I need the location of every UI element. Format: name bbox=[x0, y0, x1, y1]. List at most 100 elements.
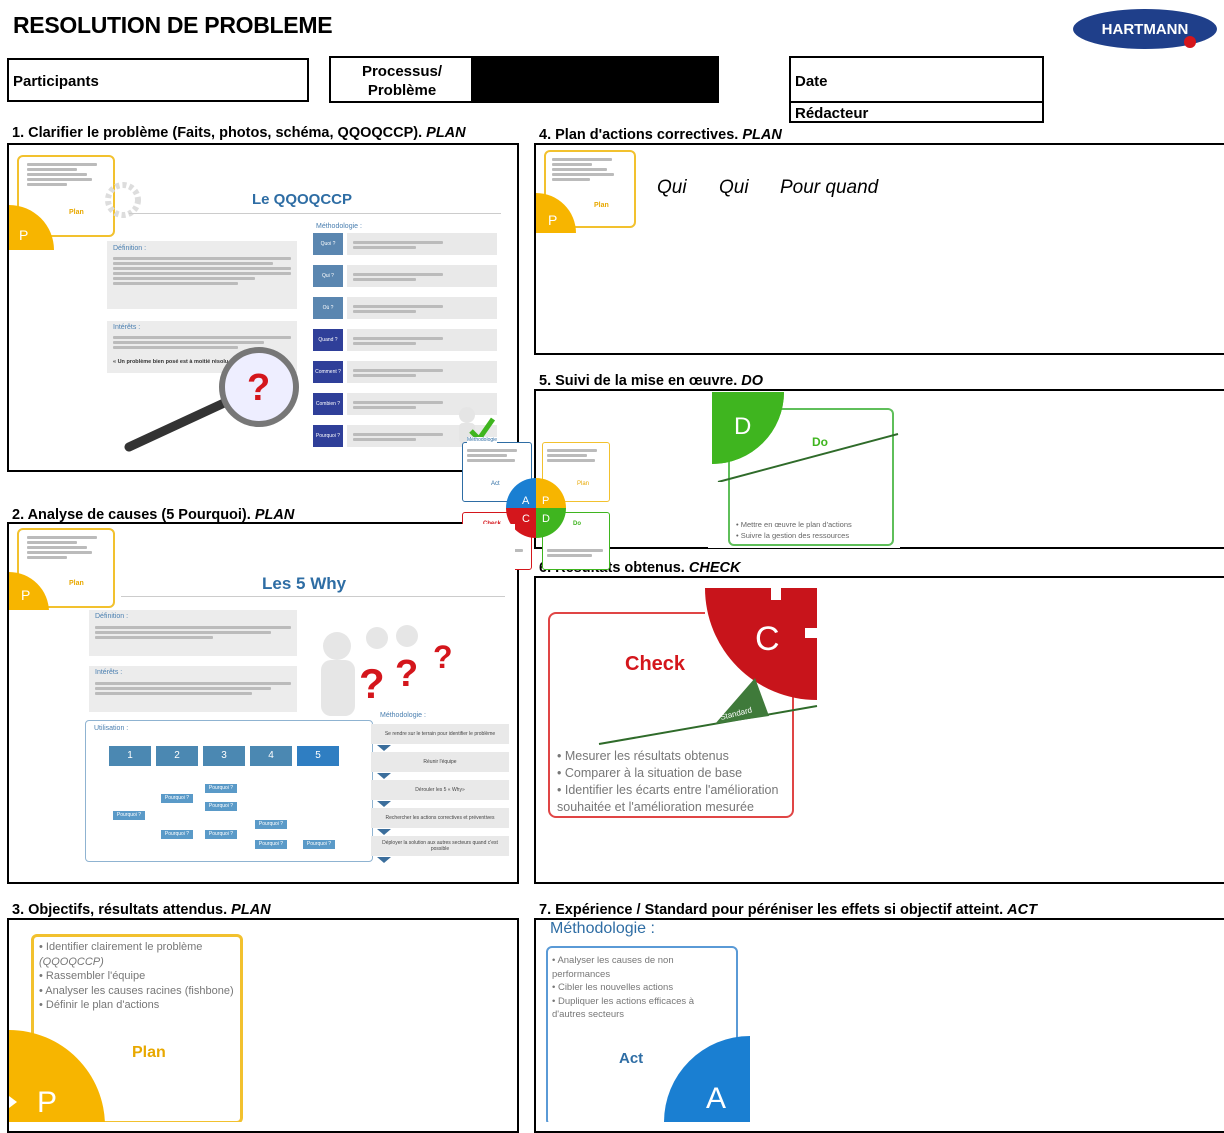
why5-arrow-icon bbox=[377, 829, 391, 835]
plan-quarter-icon-2: P bbox=[536, 193, 576, 233]
qqoqccp-slide: Plan P Le QQOQCCP Définition : Intérêts … bbox=[9, 145, 515, 470]
svg-text:D: D bbox=[734, 413, 751, 440]
why5-number: 4 bbox=[250, 746, 292, 766]
people-question-icon: ? ? ? bbox=[321, 625, 453, 716]
section-5-title: 5. Suivi de la mise en œuvre. DO bbox=[539, 373, 764, 389]
plan-col-qui-2: Qui bbox=[719, 177, 749, 198]
svg-text:?: ? bbox=[433, 639, 453, 675]
processus-label: Processus/ Problème bbox=[361, 63, 443, 99]
why5-pourquoi-node: Pourquoi ? bbox=[161, 794, 193, 803]
logo-text: HARTMANN bbox=[1102, 21, 1189, 38]
svg-text:A: A bbox=[522, 495, 530, 507]
svg-text:P: P bbox=[21, 587, 30, 603]
svg-text:P: P bbox=[548, 212, 557, 228]
svg-text:A: A bbox=[706, 1082, 726, 1115]
plan-quarter-icon-3: P bbox=[9, 572, 49, 610]
act-items: • Analyser les causes de non performance… bbox=[552, 955, 695, 1020]
why5-number: 3 bbox=[203, 746, 245, 766]
date-field[interactable]: Date bbox=[789, 56, 1044, 103]
svg-text:P: P bbox=[37, 1086, 57, 1119]
why5-title: Les 5 Why bbox=[262, 574, 347, 593]
plan-mini-label: Plan bbox=[69, 209, 84, 216]
svg-text:?: ? bbox=[359, 660, 385, 707]
qqoqccp-step: Pourquoi ? bbox=[313, 425, 343, 447]
why5-definition-panel: Définition : bbox=[89, 610, 297, 656]
definition-panel: Définition : bbox=[107, 241, 297, 309]
why5-method-step: Se rendre sur le terrain pour identifier… bbox=[371, 724, 509, 744]
section-4-title: 4. Plan d'actions correctives. PLAN bbox=[539, 127, 782, 143]
check-slide: C Check Standard • Mesurer les résultats… bbox=[545, 588, 819, 824]
section-2-title: 2. Analyse de causes (5 Pourquoi). PLAN bbox=[12, 507, 295, 523]
act-label: Act bbox=[619, 1050, 644, 1067]
why5-pourquoi-node: Pourquoi ? bbox=[255, 840, 287, 849]
svg-text:Do: Do bbox=[812, 435, 828, 449]
qqoqccp-step: Où ? bbox=[313, 297, 343, 319]
processus-redacted bbox=[471, 56, 719, 103]
do-quarter-icon: D Do bbox=[712, 392, 899, 482]
act-slide: Méthodologie : • Analyser les causes de … bbox=[540, 920, 750, 1122]
plan-quarter-icon: P bbox=[9, 205, 54, 250]
qqoqccp-step: Quoi ? bbox=[313, 233, 343, 255]
why5-method-step: Réunir l'équipe bbox=[371, 752, 509, 772]
gear-icon bbox=[105, 182, 141, 218]
why5-arrow-icon bbox=[377, 773, 391, 779]
why5-pourquoi-node: Pourquoi ? bbox=[205, 784, 237, 793]
why5-arrow-icon bbox=[377, 801, 391, 807]
why5-pourquoi-node: Pourquoi ? bbox=[161, 830, 193, 839]
svg-text:Check: Check bbox=[625, 653, 686, 675]
qqoqccp-methodologie: Méthodologie : bbox=[316, 223, 362, 230]
section-7-title: 7. Expérience / Standard pour péréniser … bbox=[539, 902, 1037, 918]
why5-method-step: Dérouler les 5 « Why» bbox=[371, 780, 509, 800]
participants-field[interactable]: Participants bbox=[7, 58, 309, 102]
check-items: • Mesurer les résultats obtenus • Compar… bbox=[557, 749, 779, 814]
why5-number: 2 bbox=[156, 746, 198, 766]
participants-label: Participants bbox=[13, 73, 99, 90]
qqoqccp-title: Le QQOQCCP bbox=[252, 191, 353, 208]
page-title: RESOLUTION DE PROBLEME bbox=[13, 12, 333, 38]
svg-text:C: C bbox=[522, 513, 530, 525]
check-quarter-icon: C Check Standard bbox=[598, 588, 819, 745]
qqoqccp-step: Qui ? bbox=[313, 265, 343, 287]
why5-pourquoi-node: Pourquoi ? bbox=[205, 802, 237, 811]
why5-methodologie: Méthodologie : bbox=[380, 712, 426, 719]
why5-interets-panel: Intérêts : bbox=[89, 666, 297, 712]
svg-text:P: P bbox=[19, 227, 28, 243]
why5-pourquoi-node: Pourquoi ? bbox=[303, 840, 335, 849]
act-methodologie: Méthodologie : bbox=[550, 920, 655, 937]
why5-method-step: Déployer la solution aux autres secteurs… bbox=[371, 836, 509, 856]
hartmann-logo: HARTMANN bbox=[1072, 8, 1218, 50]
processus-field[interactable]: Processus/ Problème bbox=[329, 56, 719, 103]
why5-pourquoi-node: Pourquoi ? bbox=[113, 811, 145, 820]
do-slide: D Do • Mettre en œuvre le plan d'actions… bbox=[708, 392, 900, 548]
section-3-title: 3. Objectifs, résultats attendus. PLAN bbox=[12, 902, 271, 918]
redacteur-field[interactable]: Rédacteur bbox=[789, 101, 1044, 123]
plan-col-pour-quand: Pour quand bbox=[780, 177, 879, 198]
why5-number: 5 bbox=[297, 746, 339, 766]
why5-number: 1 bbox=[109, 746, 151, 766]
do-items: • Mettre en œuvre le plan d'actions • Su… bbox=[736, 520, 852, 540]
plan-card-small: Plan P bbox=[536, 145, 640, 237]
svg-text:?: ? bbox=[247, 367, 270, 409]
redacteur-label: Rédacteur bbox=[795, 105, 869, 122]
svg-text:D: D bbox=[542, 513, 550, 525]
why5-method-step: Rechercher les actions correctives et pr… bbox=[371, 808, 509, 828]
plan-items: • Identifier clairement le problème (QQO… bbox=[39, 941, 234, 1011]
plan-col-qui-1: Qui bbox=[657, 177, 687, 198]
svg-text:?: ? bbox=[395, 653, 418, 695]
qqoqccp-step: Quand ? bbox=[313, 329, 343, 351]
svg-text:P: P bbox=[542, 495, 549, 507]
plan-label: Plan bbox=[132, 1044, 166, 1061]
section-1-title: 1. Clarifier le problème (Faits, photos,… bbox=[12, 125, 466, 141]
plan-slide: • Identifier clairement le problème (QQO… bbox=[9, 920, 259, 1122]
why5-slide: Plan P Les 5 Why Définition : Intérêts :… bbox=[9, 524, 515, 882]
svg-text:C: C bbox=[755, 620, 780, 658]
why5-arrow-icon bbox=[377, 745, 391, 751]
plan-quarter-icon-4: P bbox=[9, 1030, 105, 1122]
qqoqccp-step: Comment ? bbox=[313, 361, 343, 383]
act-quarter-icon: A bbox=[664, 1036, 750, 1122]
magnifier-icon: ? bbox=[124, 347, 299, 452]
date-label: Date bbox=[795, 73, 828, 90]
why5-pourquoi-node: Pourquoi ? bbox=[205, 830, 237, 839]
why5-pourquoi-node: Pourquoi ? bbox=[255, 820, 287, 829]
why5-arrow-icon bbox=[377, 857, 391, 863]
